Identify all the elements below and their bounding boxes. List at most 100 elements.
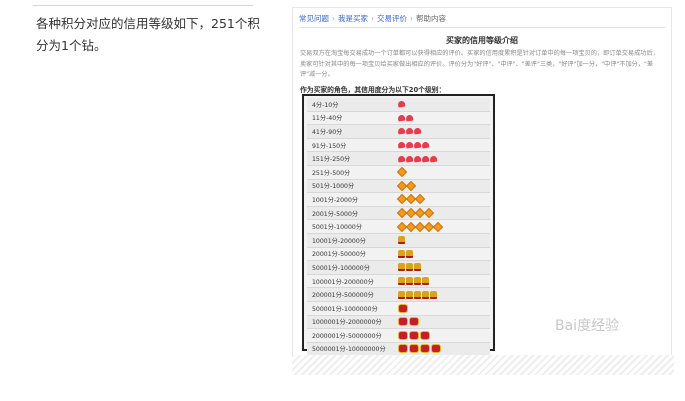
intro-text: 各种积分对应的信用等级如下，251个积分为1个钻。 [36,16,260,53]
level-range: 100001分-200000分 [312,278,374,286]
gold-crown-icon [398,330,408,340]
decorative-stripe [292,355,674,375]
crown-icon [406,263,413,272]
level-range: 50001分-100000分 [312,264,370,272]
crown-icon [398,277,405,286]
breadcrumb-item-faq[interactable]: 常见问题 [299,14,329,23]
crown-icon [406,290,413,299]
crown-icon [398,263,405,272]
breadcrumb: 常见问题 › 我是买家 › 交易评价 › 帮助内容 [299,13,665,28]
table-row: 501分-1000分 [307,179,490,194]
table-row: 20001分-50000分 [307,248,490,262]
heart-icon [397,100,406,108]
crown-icon [414,277,421,286]
level-icons [396,207,435,219]
level-icons [397,141,430,149]
heart-icon [405,128,414,135]
breadcrumb-item-current: 帮助内容 [416,14,446,23]
breadcrumb-item-review[interactable]: 交易评价 [377,14,407,23]
table-row: 50001分-100000分 [307,261,490,275]
level-range: 151分-250分 [312,156,351,164]
top-divider [33,5,253,6]
level-range: 41分-90分 [312,128,343,136]
level-range: 200001分-500000分 [312,292,374,300]
level-range: 2000001分-5000000分 [312,332,382,340]
level-range: 5000001分-10000000分 [312,346,386,354]
table-row: 1001分-2000分 [307,193,490,207]
table-row: 100001分-200000分 [307,275,490,289]
table-row: 200001分-500000分 [307,288,490,302]
diamond-icon [405,180,417,191]
level-range: 1000001分-2000000分 [312,319,382,327]
level-icons [398,236,405,245]
gold-crown-icon [409,344,419,354]
crown-icon [398,249,405,258]
heart-icon [405,141,414,149]
diamond-icon [396,167,408,178]
table-row: 4分-10分 [307,98,490,112]
levels-subtitle: 作为买家的角色，其信用度分为以下20个级别： [300,86,446,94]
gold-crown-icon [420,344,430,354]
table-row: 151分-250分 [307,152,490,166]
level-icons [397,155,438,163]
level-icons [398,303,408,313]
breadcrumb-separator: › [332,14,335,23]
breadcrumb-item-buyer[interactable]: 我是买家 [338,14,368,23]
heart-icon [397,141,406,149]
breadcrumb-separator: › [410,14,413,23]
table-row: 1000001分-2000000分 [307,315,490,330]
level-icons [397,100,406,108]
heart-icon [397,128,406,135]
level-icons [398,263,421,272]
breadcrumb-separator: › [371,14,374,23]
heart-icon [429,155,438,163]
table-row: 10001分-20000分 [307,233,490,248]
level-range: 251分-500分 [312,169,351,177]
gold-crown-icon [431,344,441,354]
level-icons [398,249,413,258]
crown-icon [422,277,429,286]
level-range: 500001分-1000000分 [312,305,378,313]
level-range: 2001分-5000分 [312,210,359,218]
diamond-icon [432,221,444,232]
crown-icon [398,236,405,245]
table-row: 500001分-1000000分 [307,302,490,316]
crown-icon [414,263,421,272]
crown-icon [414,290,421,299]
level-icons [396,221,444,232]
heart-icon [405,114,414,122]
crown-icon [406,249,413,258]
credit-levels-table: 4分-10分 11分-40分 41分-90分 91分-150分 151分-250分 251… [302,94,495,370]
table-row: 2000001分-5000000分 [307,329,490,343]
level-icons [398,290,437,299]
level-icons [396,180,417,191]
table-row: 91分-150分 [307,139,490,153]
level-range: 5001分-10000分 [312,224,363,232]
level-range: 4分-10分 [312,101,339,109]
level-icons [398,330,430,340]
embedded-screenshot: 常见问题 › 我是买家 › 交易评价 › 帮助内容 买家的信用等级介绍 交易双方在淘宝每交易… [292,7,672,370]
gold-crown-icon [409,317,419,327]
level-range: 20001分-50000分 [312,251,366,259]
level-range: 11分-40分 [312,115,343,123]
level-icons [396,167,408,178]
crown-icon [422,290,429,299]
level-range: 91分-150分 [312,142,347,150]
heart-icon [397,155,406,163]
gold-crown-icon [420,330,430,340]
heart-icon [397,114,406,122]
watermark-logo: Bai度经验 [555,318,620,334]
table-row: 5001分-10000分 [307,220,490,234]
page-title: 买家的信用等级介绍 [446,36,518,45]
level-icons [397,114,414,122]
diamond-icon [414,194,426,205]
table-row: 251分-500分 [307,166,490,180]
heart-icon [405,155,414,163]
level-icons [398,277,429,286]
heart-icon [413,141,422,149]
level-range: 10001分-20000分 [312,237,366,245]
heart-icon [421,141,430,149]
level-icons [396,194,426,205]
heart-icon [413,155,422,163]
level-icons [398,317,419,327]
